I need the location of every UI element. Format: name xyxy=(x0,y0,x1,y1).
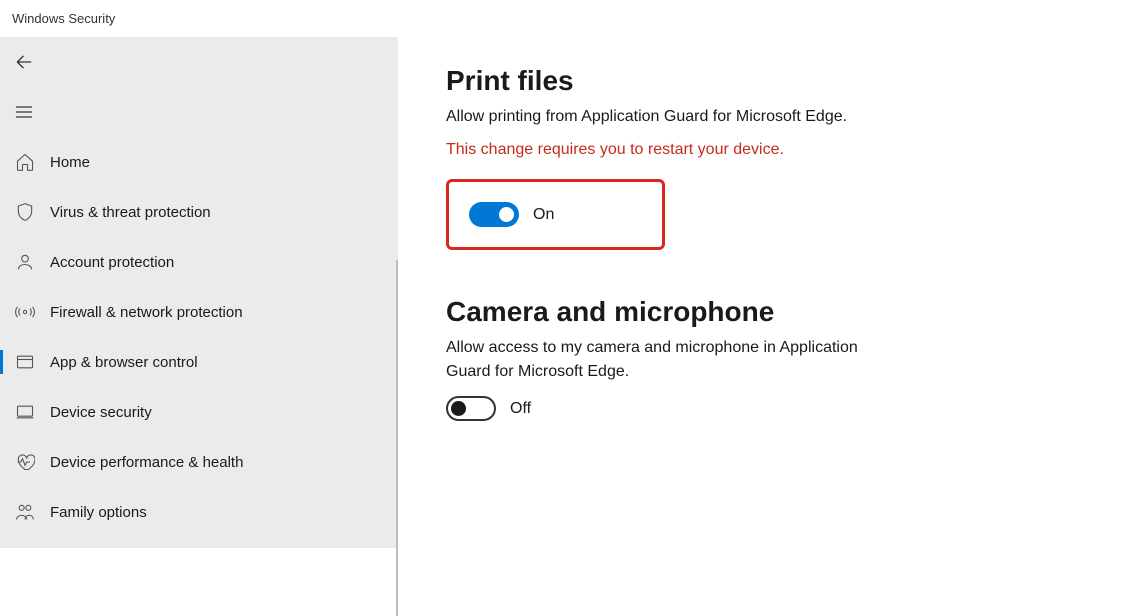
menu-button[interactable] xyxy=(0,87,398,137)
network-icon xyxy=(14,301,36,323)
back-arrow-icon xyxy=(14,52,34,72)
main-content: Print files Allow printing from Applicat… xyxy=(398,37,1127,548)
titlebar: Windows Security xyxy=(0,0,1127,37)
sidebar-item-label: Firewall & network protection xyxy=(50,304,243,321)
sidebar-item-label: Family options xyxy=(50,504,147,521)
sidebar-item-label: Device security xyxy=(50,404,152,421)
section-title-camera-mic: Camera and microphone xyxy=(446,296,1079,328)
sidebar-item-home[interactable]: Home xyxy=(0,137,398,187)
camera-mic-toggle[interactable] xyxy=(446,396,496,421)
section-desc: Allow access to my camera and microphone… xyxy=(446,336,876,384)
home-icon xyxy=(14,151,36,173)
health-icon xyxy=(14,451,36,473)
sidebar-nav: Home Virus & threat protection Account p… xyxy=(0,137,398,548)
sidebar-item-firewall[interactable]: Firewall & network protection xyxy=(0,287,398,337)
sidebar-item-label: App & browser control xyxy=(50,354,198,371)
sidebar: Home Virus & threat protection Account p… xyxy=(0,37,398,548)
shield-icon xyxy=(14,201,36,223)
sidebar-item-virus[interactable]: Virus & threat protection xyxy=(0,187,398,237)
sidebar-item-label: Virus & threat protection xyxy=(50,204,211,221)
device-icon xyxy=(14,401,36,423)
toggle-label: On xyxy=(533,206,554,224)
sidebar-item-device-security[interactable]: Device security xyxy=(0,387,398,437)
sidebar-item-app-browser[interactable]: App & browser control xyxy=(0,337,398,387)
section-desc: Allow printing from Application Guard fo… xyxy=(446,105,876,129)
family-icon xyxy=(14,501,36,523)
sidebar-item-label: Device performance & health xyxy=(50,454,243,471)
sidebar-item-family[interactable]: Family options xyxy=(0,487,398,537)
sidebar-item-device-health[interactable]: Device performance & health xyxy=(0,437,398,487)
back-button[interactable] xyxy=(0,37,398,87)
sidebar-item-label: Account protection xyxy=(50,254,174,271)
toggle-row: Off xyxy=(446,396,1079,421)
restart-warning: This change requires you to restart your… xyxy=(446,141,1079,159)
window-title: Windows Security xyxy=(12,11,115,26)
hamburger-icon xyxy=(14,102,34,122)
toggle-thumb xyxy=(499,207,514,222)
app-icon xyxy=(14,351,36,373)
print-files-toggle[interactable] xyxy=(469,202,519,227)
section-print-files: Print files Allow printing from Applicat… xyxy=(446,65,1079,250)
toggle-label: Off xyxy=(510,400,531,418)
section-title-print-files: Print files xyxy=(446,65,1079,97)
section-camera-microphone: Camera and microphone Allow access to my… xyxy=(446,296,1079,421)
sidebar-item-account[interactable]: Account protection xyxy=(0,237,398,287)
sidebar-item-label: Home xyxy=(50,154,90,171)
highlight-annotation: On xyxy=(446,179,665,250)
account-icon xyxy=(14,251,36,273)
toggle-thumb xyxy=(451,401,466,416)
